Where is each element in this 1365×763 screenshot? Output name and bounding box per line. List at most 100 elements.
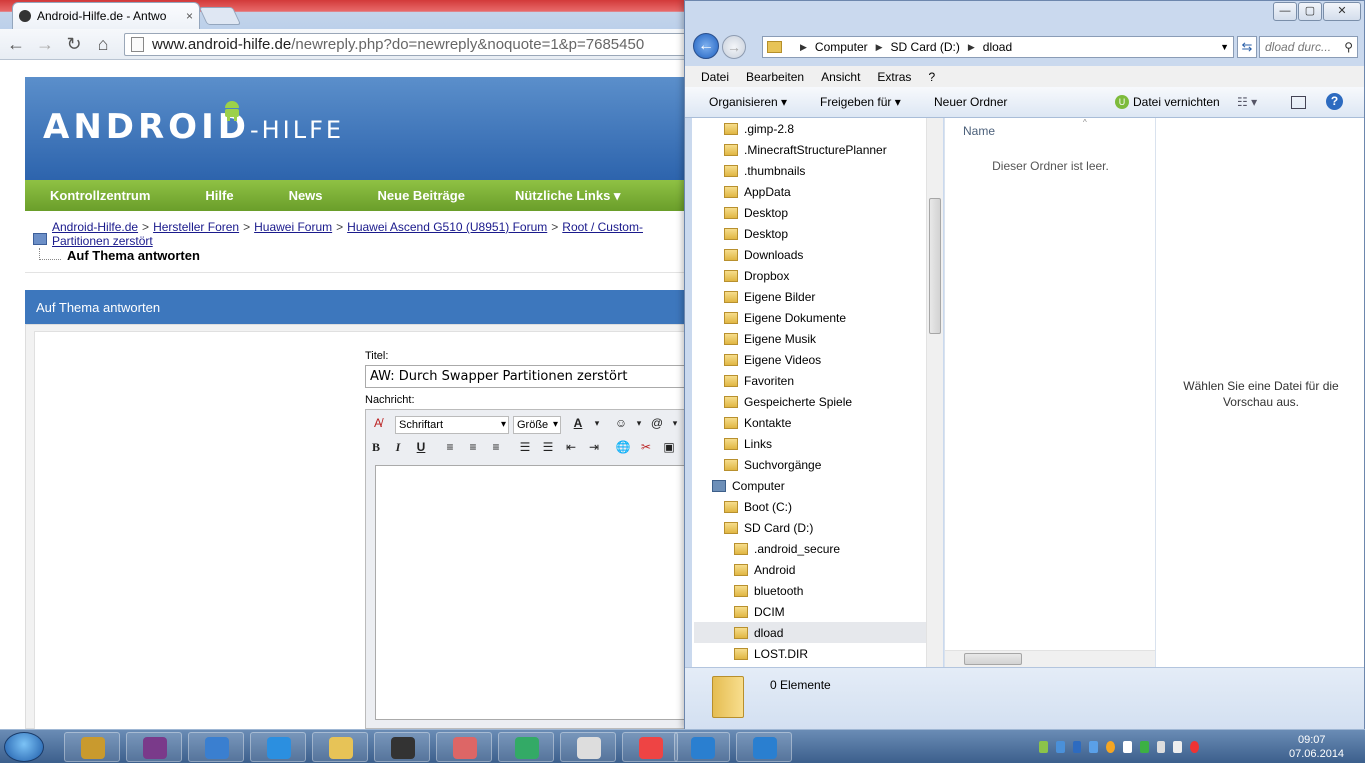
taskbar-snipping-tool[interactable]: [436, 732, 492, 762]
font-select[interactable]: Schriftart: [395, 416, 509, 434]
size-select[interactable]: Größe: [513, 416, 561, 434]
attachment-icon[interactable]: @: [648, 414, 666, 432]
start-button[interactable]: [4, 732, 44, 762]
address-bar[interactable]: ▶ Computer ▶ SD Card (D:) ▶ dload ▼: [762, 36, 1234, 58]
ordered-list-icon[interactable]: ☰: [516, 438, 534, 456]
tree-item[interactable]: bluetooth: [734, 580, 803, 601]
text-color-icon[interactable]: A: [569, 414, 587, 432]
url-input[interactable]: www.android-hilfe.de/newreply.php?do=new…: [124, 33, 694, 56]
nav-neue-beitraege[interactable]: Neue Beiträge: [378, 188, 465, 203]
outdent-icon[interactable]: ⇤: [562, 438, 580, 456]
tree-item[interactable]: .MinecraftStructurePlanner: [724, 139, 887, 160]
column-header-name[interactable]: Name: [963, 124, 995, 138]
address-crumb[interactable]: dload: [983, 40, 1012, 54]
tree-item[interactable]: Favoriten: [724, 370, 794, 391]
image-icon[interactable]: ▣: [660, 438, 678, 456]
tree-item[interactable]: .gimp-2.8: [724, 118, 794, 139]
smiley-icon[interactable]: ☺: [612, 414, 630, 432]
chevron-down-icon[interactable]: ▼: [1220, 42, 1229, 52]
refresh-icon[interactable]: ⇆: [1237, 36, 1257, 58]
tree-item[interactable]: Kontakte: [724, 412, 791, 433]
menu-extras[interactable]: Extras: [877, 70, 911, 84]
tree-item[interactable]: dload: [694, 622, 928, 643]
reload-icon[interactable]: ↻: [64, 34, 84, 54]
tree-item[interactable]: Boot (C:): [724, 496, 792, 517]
unordered-list-icon[interactable]: ☰: [539, 438, 557, 456]
menu-datei[interactable]: Datei: [701, 70, 729, 84]
tray-icon[interactable]: [1106, 741, 1115, 753]
tree-item[interactable]: Dropbox: [724, 265, 789, 286]
dropdown-arrow-icon[interactable]: ▾: [666, 414, 684, 432]
site-logo[interactable]: ANDROID-HILFE: [43, 107, 344, 147]
breadcrumb-link[interactable]: Huawei Ascend G510 (U8951) Forum: [347, 220, 547, 234]
chevron-right-icon[interactable]: ▶: [876, 42, 883, 53]
maximize-button[interactable]: ▢: [1298, 2, 1322, 21]
tree-item[interactable]: Android: [734, 559, 795, 580]
back-arrow-icon[interactable]: ←: [693, 33, 719, 59]
align-center-icon[interactable]: ≡: [464, 438, 482, 456]
chevron-right-icon[interactable]: ▶: [968, 42, 975, 53]
italic-icon[interactable]: I: [389, 438, 407, 456]
tab-close-icon[interactable]: ×: [186, 9, 193, 23]
tree-item[interactable]: Downloads: [724, 244, 803, 265]
network-icon[interactable]: [1173, 741, 1183, 753]
clock-time[interactable]: 09:07: [1298, 734, 1326, 746]
breadcrumb-link[interactable]: Hersteller Foren: [153, 220, 239, 234]
unlink-icon[interactable]: ✂: [637, 438, 655, 456]
taskbar-explorer[interactable]: [312, 732, 368, 762]
breadcrumb-link[interactable]: Huawei Forum: [254, 220, 332, 234]
tray-icon[interactable]: [1039, 741, 1048, 753]
tray-icon[interactable]: [1072, 741, 1082, 753]
new-folder-button[interactable]: Neuer Ordner: [934, 95, 1007, 109]
taskbar-shield-c[interactable]: [674, 732, 730, 762]
underline-icon[interactable]: U: [412, 438, 430, 456]
dropdown-arrow-icon[interactable]: ▾: [630, 414, 648, 432]
search-input[interactable]: dload durc... ⚲: [1259, 36, 1358, 58]
tree-item[interactable]: Eigene Bilder: [724, 286, 815, 307]
taskbar-picasa[interactable]: [622, 732, 678, 762]
tree-item[interactable]: AppData: [724, 181, 791, 202]
taskbar-shield-v[interactable]: [736, 732, 792, 762]
taskbar-steam[interactable]: [374, 732, 430, 762]
horizontal-scrollbar[interactable]: [945, 650, 1156, 667]
tree-item[interactable]: Gespeicherte Spiele: [724, 391, 852, 412]
tree-item[interactable]: Eigene Videos: [724, 349, 821, 370]
organize-button[interactable]: Organisieren ▾: [709, 95, 787, 109]
volume-icon[interactable]: [1190, 741, 1199, 753]
tree-item[interactable]: Eigene Musik: [724, 328, 816, 349]
tree-item[interactable]: .android_secure: [734, 538, 840, 559]
dropdown-arrow-icon[interactable]: ▾: [588, 414, 606, 432]
message-textarea[interactable]: [375, 465, 684, 720]
tree-item[interactable]: Suchvorgänge: [724, 454, 821, 475]
tree-item[interactable]: LOST.DIR: [734, 643, 808, 664]
minimize-button[interactable]: —: [1273, 2, 1297, 21]
menu-ansicht[interactable]: Ansicht: [821, 70, 860, 84]
tree-item[interactable]: Desktop: [724, 223, 788, 244]
taskbar-archive[interactable]: [126, 732, 182, 762]
tree-item[interactable]: SD Card (D:): [724, 517, 813, 538]
breadcrumb-link[interactable]: Android-Hilfe.de: [52, 220, 138, 234]
title-input[interactable]: AW: Durch Swapper Partitionen zerstört: [365, 365, 684, 388]
clock-date[interactable]: 07.06.2014: [1289, 748, 1344, 760]
align-right-icon[interactable]: ≡: [487, 438, 505, 456]
dropbox-icon[interactable]: [1089, 741, 1099, 753]
menu-help[interactable]: ?: [928, 70, 935, 84]
close-button[interactable]: ✕: [1323, 2, 1361, 21]
nav-kontrollzentrum[interactable]: Kontrollzentrum: [50, 188, 150, 203]
security-icon[interactable]: [1139, 741, 1149, 753]
flag-icon[interactable]: [1122, 741, 1132, 753]
tree-item[interactable]: Eigene Dokumente: [724, 307, 846, 328]
browser-tab[interactable]: Android-Hilfe.de - Antwo ×: [12, 2, 200, 29]
nav-news[interactable]: News: [289, 188, 323, 203]
taskbar-internet-explorer[interactable]: [250, 732, 306, 762]
help-icon[interactable]: ?: [1326, 93, 1343, 110]
taskbar-winrar[interactable]: [64, 732, 120, 762]
nav-hilfe[interactable]: Hilfe: [205, 188, 233, 203]
remove-format-icon[interactable]: A̸: [369, 414, 387, 432]
tray-icon[interactable]: [1055, 741, 1065, 753]
forward-arrow-icon[interactable]: →: [722, 35, 746, 59]
bold-icon[interactable]: B: [367, 438, 385, 456]
chevron-right-icon[interactable]: ▶: [800, 42, 807, 53]
device-icon[interactable]: [1156, 741, 1166, 753]
taskbar-itunes[interactable]: [188, 732, 244, 762]
